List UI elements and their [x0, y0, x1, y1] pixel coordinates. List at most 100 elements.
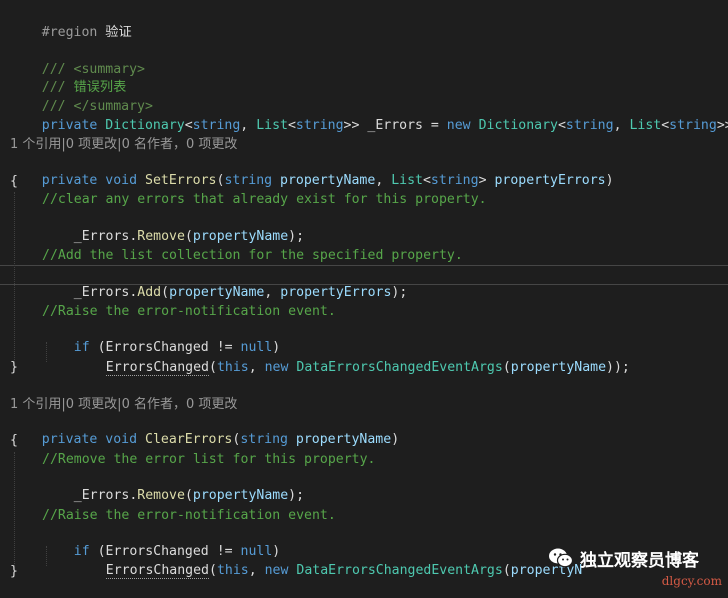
code-line-if[interactable]: if (ErrorsChanged != null) — [42, 321, 280, 355]
type-name: Dictionary — [478, 118, 558, 133]
object-ref: _Errors. — [73, 229, 138, 244]
code-line-remove[interactable]: _Errors.Remove(propertyName); — [42, 469, 304, 503]
code-line-invoke[interactable]: ErrorsChanged(this, new DataErrorsChange… — [74, 341, 630, 376]
code-line-doc-close[interactable]: /// </summary> — [10, 80, 153, 114]
code-line-brace[interactable]: { — [10, 173, 18, 191]
type-name: DataErrorsChangedEventArgs — [296, 360, 503, 375]
keyword: string — [224, 173, 273, 188]
type-name: List — [256, 118, 288, 133]
punct: < — [184, 118, 193, 133]
punct: , — [613, 118, 630, 133]
punct: , — [375, 173, 392, 188]
wechat-icon — [549, 548, 574, 568]
keyword: string — [192, 118, 241, 133]
keyword: void — [105, 173, 138, 188]
punct: ( — [502, 360, 511, 375]
punct: < — [661, 118, 670, 133]
punct: ); — [288, 229, 305, 244]
field-name: _Errors — [367, 118, 423, 133]
type-name: Dictionary — [105, 118, 185, 133]
watermark-label: 独立观察员博客 — [580, 550, 699, 571]
punct: < — [287, 118, 296, 133]
code-line-brace[interactable]: { — [10, 432, 18, 450]
punct: < — [557, 118, 566, 133]
code-line-doc-text[interactable]: /// 错误列表 — [10, 61, 127, 95]
watermark: 独立观察员博客 — [548, 544, 699, 572]
code-line-comment[interactable]: //Add the list collection for the specif… — [42, 247, 463, 265]
punct: , — [264, 285, 281, 300]
indent-guide — [14, 192, 15, 362]
punct: ( — [184, 488, 193, 503]
event-name: ErrorsChanged — [105, 563, 209, 579]
punct: ); — [288, 488, 305, 503]
keyword: string — [295, 118, 344, 133]
code-line-brace[interactable]: } — [10, 359, 18, 377]
region-directive: #region — [41, 25, 98, 40]
parameter: propertyName — [510, 360, 607, 375]
type-name: List — [629, 118, 662, 133]
punct: ) — [605, 173, 614, 188]
keyword: private — [41, 118, 98, 133]
type-name: DataErrorsChangedEventArgs — [296, 563, 503, 578]
parameter: propertyErrors — [494, 173, 606, 188]
method-name: Remove — [137, 488, 185, 503]
code-line-doc-open[interactable]: /// <summary> — [10, 43, 145, 77]
parameter: propertyName — [192, 488, 289, 503]
method-name: Remove — [137, 229, 185, 244]
keyword: private — [41, 173, 98, 188]
keyword: string — [565, 118, 614, 133]
keyword: this — [216, 563, 249, 578]
object-ref: _Errors. — [73, 488, 138, 503]
parameter: propertyErrors — [280, 285, 392, 300]
keyword: string — [240, 432, 288, 447]
method-name: Add — [137, 285, 162, 300]
codelens-references[interactable]: 1 个引用|0 项更改|0 名作者，0 项更改 — [10, 396, 237, 414]
punct: ) — [391, 432, 400, 447]
method-name: SetErrors — [145, 173, 217, 188]
object-ref: _Errors. — [73, 285, 138, 300]
keyword: string — [669, 118, 717, 133]
punct: ( — [161, 285, 170, 300]
method-name: ClearErrors — [145, 432, 233, 447]
codelens-references[interactable]: 1 个引用|0 项更改|0 名作者，0 项更改 — [10, 136, 237, 154]
code-line-comment[interactable]: //Raise the error-notification event. — [42, 507, 336, 525]
punct: ( — [208, 563, 217, 578]
code-line-brace[interactable]: } — [10, 563, 18, 581]
code-line-seterrors-signature[interactable]: private void SetErrors(string propertyNa… — [10, 154, 614, 188]
punct: ( — [502, 563, 511, 578]
punct: = — [422, 118, 447, 133]
code-line-invoke[interactable]: ErrorsChanged(this, new DataErrorsChange… — [74, 544, 582, 579]
code-line-add[interactable]: _Errors.Add(propertyName, propertyErrors… — [42, 266, 408, 300]
code-line-clearerrors-signature[interactable]: private void ClearErrors(string property… — [10, 413, 399, 447]
parameter: propertyName — [169, 285, 265, 300]
punct: >> — [343, 118, 368, 133]
keyword: void — [105, 432, 138, 447]
parameter: propertyName — [280, 173, 376, 188]
code-line-field[interactable]: private Dictionary<string, List<string>>… — [10, 99, 728, 133]
indent-guide — [14, 452, 15, 566]
code-line-comment[interactable]: //clear any errors that already exist fo… — [42, 191, 487, 209]
parameter: propertyName — [295, 432, 392, 447]
punct: ); — [391, 285, 408, 300]
keyword: new — [264, 563, 289, 578]
punct: < — [422, 173, 431, 188]
punct: , — [248, 360, 265, 375]
region-label: 验证 — [105, 25, 132, 40]
keyword: new — [264, 360, 289, 375]
code-line-if[interactable]: if (ErrorsChanged != null) — [42, 525, 280, 559]
punct: ( — [184, 229, 193, 244]
keyword: private — [41, 432, 98, 447]
code-line-remove[interactable]: _Errors.Remove(propertyName); — [42, 210, 304, 244]
punct: , — [240, 118, 257, 133]
code-line-region[interactable]: #region 验证 — [10, 6, 132, 40]
keyword: this — [216, 360, 249, 375]
code-line-comment[interactable]: //Raise the error-notification event. — [42, 303, 336, 321]
code-line-comment[interactable]: //Remove the error list for this propert… — [42, 451, 375, 469]
punct: )); — [606, 360, 630, 375]
punct: >>(); — [716, 118, 728, 133]
type-name: List — [391, 173, 423, 188]
punct: > — [478, 173, 495, 188]
punct: ( — [208, 360, 217, 375]
code-editor[interactable]: #region 验证 /// <summary> /// 错误列表 /// </… — [0, 0, 728, 590]
keyword: string — [430, 173, 479, 188]
